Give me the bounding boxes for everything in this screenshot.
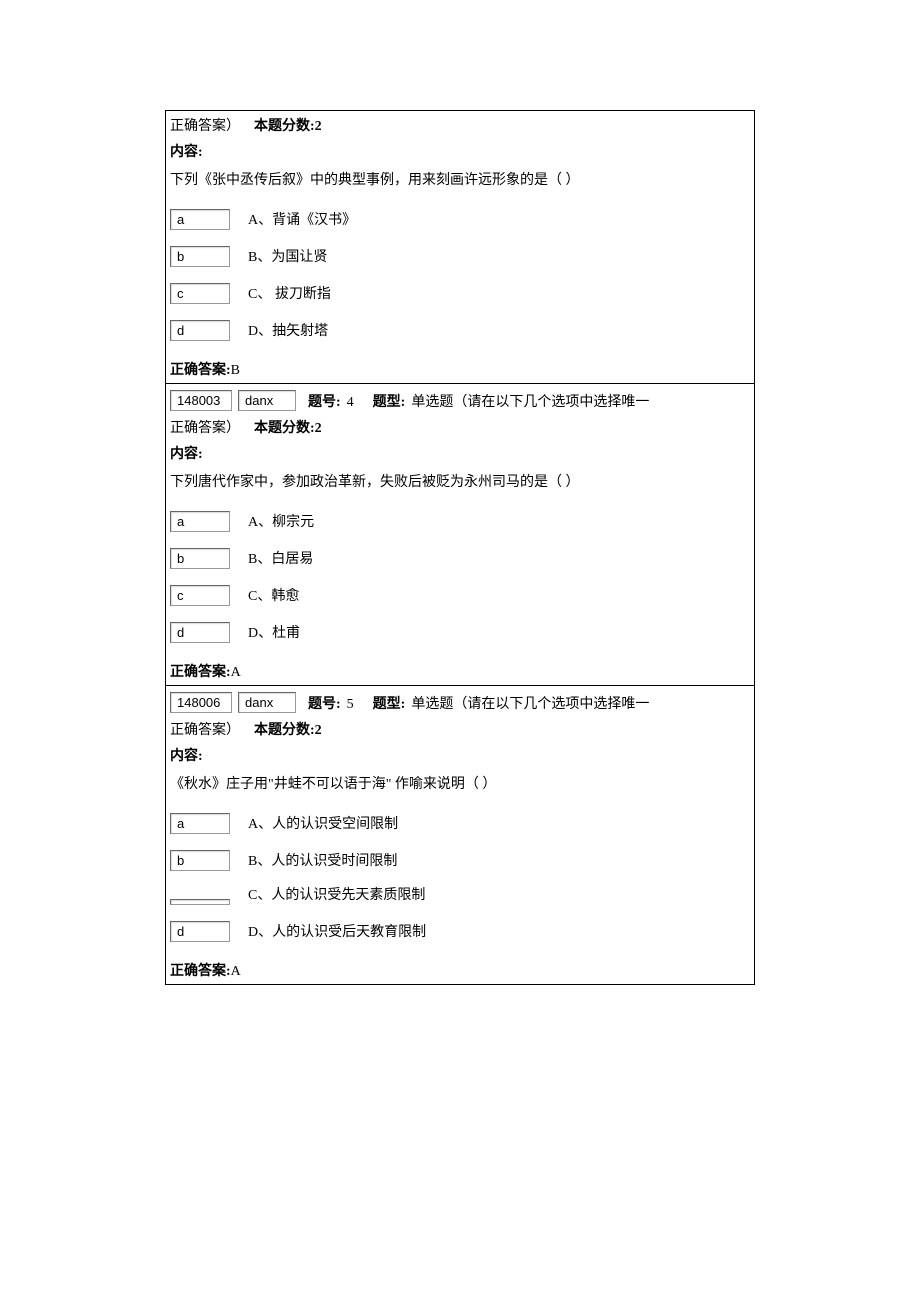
question-block: 正确答案） 本题分数:2 内容: 下列《张中丞传后叙》中的典型事例，用来刻画许远…	[165, 110, 755, 383]
question-id-input[interactable]: 148003	[170, 390, 232, 411]
correct-answer-paren: 正确答案）	[170, 723, 240, 738]
q-type-label: 题型:	[373, 391, 406, 411]
score-label: 本题分数:	[254, 421, 315, 436]
option-row: b B、白居易	[166, 544, 754, 571]
question-header: 148003 danx 题号: 4 题型:单选题（请在以下几个选项中选择唯一	[166, 384, 754, 413]
option-row: d D、杜甫	[166, 618, 754, 645]
option-input[interactable]: d	[170, 921, 230, 942]
question-header-continuation: 正确答案） 本题分数:2	[166, 715, 754, 741]
correct-answer-value: A	[231, 964, 241, 979]
option-input[interactable]: a	[170, 209, 230, 230]
option-label: B、人的认识受时间限制	[248, 853, 397, 871]
question-text: 下列唐代作家中，参加政治革新，失败后被贬为永州司马的是（ ）	[170, 475, 580, 490]
question-header-continuation: 正确答案） 本题分数:2	[166, 413, 754, 439]
option-label: D、人的认识受后天教育限制	[248, 924, 426, 942]
option-input[interactable]: b	[170, 548, 230, 569]
option-label: D、杜甫	[248, 625, 300, 643]
correct-answer-paren: 正确答案）	[170, 119, 240, 134]
correct-answer-paren: 正确答案）	[170, 421, 240, 436]
answer-row: 正确答案:A	[166, 655, 754, 685]
question-block: 148006 danx 题号: 5 题型:单选题（请在以下几个选项中选择唯一 正确…	[165, 685, 755, 985]
option-label: B、白居易	[248, 551, 313, 569]
option-input[interactable]: b	[170, 246, 230, 267]
question-type-input[interactable]: danx	[238, 390, 296, 411]
option-label: A、柳宗元	[248, 514, 314, 532]
content-label: 内容:	[170, 145, 203, 160]
content-label: 内容:	[170, 749, 203, 764]
option-label: C、人的认识受先天素质限制	[248, 887, 425, 905]
q-type-label: 题型:	[373, 693, 406, 713]
score-value: 2	[315, 119, 322, 134]
option-label: B、为国让贤	[248, 249, 327, 267]
q-number-label: 题号:	[308, 693, 341, 713]
option-row: a A、柳宗元	[166, 507, 754, 534]
option-row: d D、抽矢射塔	[166, 316, 754, 343]
option-row: b B、人的认识受时间限制	[166, 846, 754, 873]
option-input[interactable]: d	[170, 320, 230, 341]
correct-answer-value: A	[231, 665, 241, 680]
question-header-continuation: 正确答案） 本题分数:2	[166, 111, 754, 137]
option-row: C、人的认识受先天素质限制	[166, 883, 754, 907]
q-number-value: 5	[347, 697, 354, 713]
question-type-input[interactable]: danx	[238, 692, 296, 713]
score-label: 本题分数:	[254, 723, 315, 738]
correct-answer-label: 正确答案:	[170, 665, 231, 680]
question-id-input[interactable]: 148006	[170, 692, 232, 713]
option-input[interactable]: c	[170, 283, 230, 304]
option-label: A、背诵《汉书》	[248, 212, 356, 230]
question-content: 下列唐代作家中，参加政治革新，失败后被贬为永州司马的是（ ）	[166, 467, 754, 495]
option-row: b B、为国让贤	[166, 242, 754, 269]
answer-row: 正确答案:B	[166, 353, 754, 383]
option-row: a A、人的认识受空间限制	[166, 809, 754, 836]
option-label: D、抽矢射塔	[248, 323, 328, 341]
correct-answer-value: B	[231, 363, 240, 378]
option-label: A、人的认识受空间限制	[248, 816, 398, 834]
option-input[interactable]: a	[170, 813, 230, 834]
question-text: 下列《张中丞传后叙》中的典型事例，用来刻画许远形象的是（ ）	[170, 173, 580, 188]
score-value: 2	[315, 421, 322, 436]
option-label: C、韩愈	[248, 588, 299, 606]
q-number-value: 4	[347, 395, 354, 411]
option-input[interactable]: b	[170, 850, 230, 871]
correct-answer-label: 正确答案:	[170, 363, 231, 378]
option-row: c C、 拔刀断指	[166, 279, 754, 306]
question-block: 148003 danx 题号: 4 题型:单选题（请在以下几个选项中选择唯一 正确…	[165, 383, 755, 685]
option-row: d D、人的认识受后天教育限制	[166, 917, 754, 944]
option-input[interactable]: d	[170, 622, 230, 643]
options-wrap: a A、背诵《汉书》 b B、为国让贤 c C、 拔刀断指 d D、抽矢射塔	[166, 193, 754, 353]
content-label-row: 内容:	[166, 439, 754, 467]
page-wrapper: 正确答案） 本题分数:2 内容: 下列《张中丞传后叙》中的典型事例，用来刻画许远…	[165, 110, 755, 985]
content-label-row: 内容:	[166, 741, 754, 769]
question-content: 《秋水》庄子用"井蛙不可以语于海" 作喻来说明（ ）	[166, 769, 754, 797]
option-row: a A、背诵《汉书》	[166, 205, 754, 232]
options-wrap: a A、人的认识受空间限制 b B、人的认识受时间限制 C、人的认识受先天素质限…	[166, 797, 754, 954]
correct-answer-label: 正确答案:	[170, 964, 231, 979]
question-header: 148006 danx 题号: 5 题型:单选题（请在以下几个选项中选择唯一	[166, 686, 754, 715]
option-label: C、 拔刀断指	[248, 286, 331, 304]
question-content: 下列《张中丞传后叙》中的典型事例，用来刻画许远形象的是（ ）	[166, 165, 754, 193]
q-type-text: 单选题（请在以下几个选项中选择唯一	[411, 391, 649, 411]
score-label: 本题分数:	[254, 119, 315, 134]
option-input[interactable]	[170, 899, 230, 905]
content-label-row: 内容:	[166, 137, 754, 165]
content-label: 内容:	[170, 447, 203, 462]
question-text: 《秋水》庄子用"井蛙不可以语于海" 作喻来说明（ ）	[170, 777, 496, 792]
q-number-label: 题号:	[308, 391, 341, 411]
option-row: c C、韩愈	[166, 581, 754, 608]
score-value: 2	[315, 723, 322, 738]
options-wrap: a A、柳宗元 b B、白居易 c C、韩愈 d D、杜甫	[166, 495, 754, 655]
option-input[interactable]: c	[170, 585, 230, 606]
q-type-text: 单选题（请在以下几个选项中选择唯一	[411, 693, 649, 713]
answer-row: 正确答案:A	[166, 954, 754, 984]
option-input[interactable]: a	[170, 511, 230, 532]
